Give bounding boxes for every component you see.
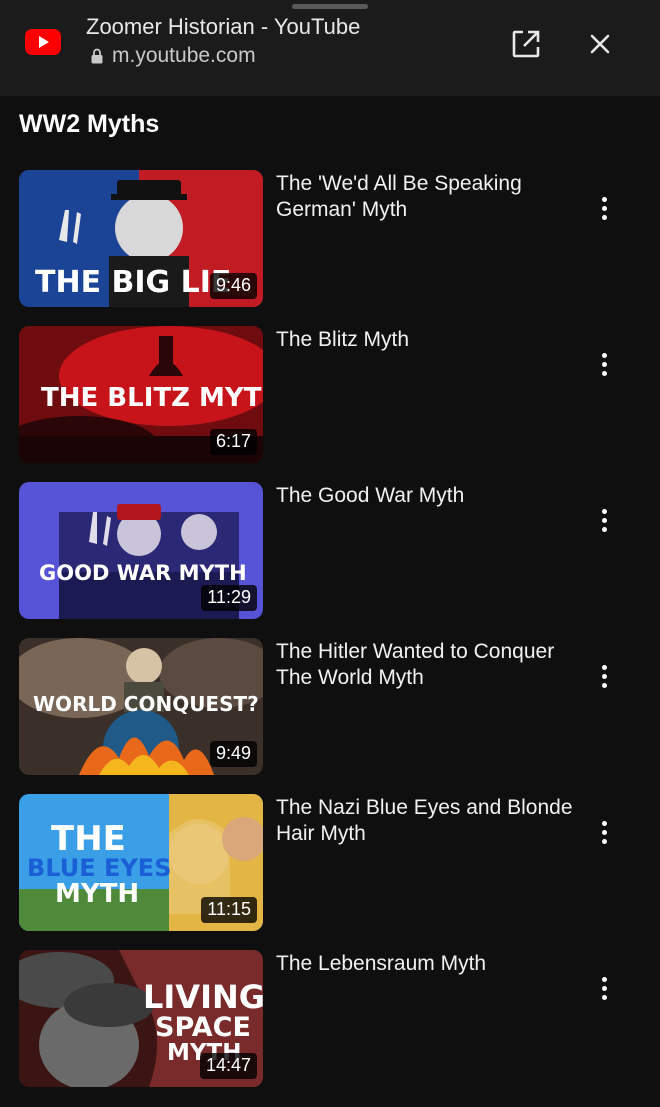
video-thumbnail[interactable]: WORLD CONQUEST? 9:49 — [19, 638, 263, 775]
more-options-button[interactable] — [588, 816, 620, 848]
video-title[interactable]: The Blitz Myth — [276, 327, 576, 353]
thumbnail-text: WORLD CONQUEST? — [33, 692, 259, 716]
playlist-title: WW2 Myths — [19, 110, 160, 138]
video-item[interactable]: THE BLITZ MYTH 6:17 The Blitz Myth — [0, 326, 660, 466]
thumbnail-text: BLUE EYES — [27, 854, 171, 882]
thumbnail-text: MYTH — [55, 879, 139, 909]
lock-icon — [91, 48, 103, 64]
more-options-button[interactable] — [588, 660, 620, 692]
video-thumbnail[interactable]: GOOD WAR MYTH 11:29 — [19, 482, 263, 619]
thumbnail-text: GOOD WAR MYTH — [39, 561, 247, 585]
video-title[interactable]: The 'We'd All Be Speaking German' Myth — [276, 171, 576, 223]
duration-badge: 14:47 — [199, 1053, 257, 1079]
more-options-button[interactable] — [588, 504, 620, 536]
video-thumbnail[interactable]: THE BLUE EYES MYTH 11:15 — [19, 794, 263, 931]
video-thumbnail[interactable]: THE BIG LIE 9:46 — [19, 170, 263, 307]
thumbnail-text: SPACE — [155, 1012, 251, 1043]
more-options-button[interactable] — [588, 972, 620, 1004]
kebab-menu-icon — [601, 508, 607, 514]
more-options-button[interactable] — [588, 192, 620, 224]
video-item[interactable]: THE BLUE EYES MYTH 11:15 The Nazi Blue E… — [0, 794, 660, 934]
video-thumbnail[interactable]: THE BLITZ MYTH 6:17 — [19, 326, 263, 463]
video-item[interactable]: LIVING SPACE MYTH 14:47 The Lebensraum M… — [0, 950, 660, 1090]
video-item[interactable]: WORLD CONQUEST? 9:49 The Hitler Wanted t… — [0, 638, 660, 778]
url-row: m.youtube.com — [91, 44, 256, 68]
thumbnail-text: LIVING — [143, 978, 263, 1016]
duration-badge: 11:15 — [201, 897, 257, 923]
video-title[interactable]: The Nazi Blue Eyes and Blonde Hair Myth — [276, 795, 576, 847]
duration-badge: 9:49 — [209, 741, 257, 767]
kebab-menu-icon — [601, 352, 607, 358]
open-external-icon — [512, 30, 540, 58]
drag-handle[interactable] — [292, 4, 368, 9]
thumbnail-text: THE BLITZ MYTH — [41, 383, 263, 413]
browser-top-bar: Zoomer Historian - YouTube m.youtube.com — [0, 0, 660, 96]
youtube-logo-icon — [25, 29, 61, 55]
thumbnail-text: THE BIG LIE — [35, 265, 231, 300]
thumbnail-text: THE — [51, 819, 126, 859]
duration-badge: 6:17 — [209, 429, 257, 455]
kebab-menu-icon — [601, 976, 607, 982]
duration-badge: 11:29 — [201, 585, 257, 611]
more-options-button[interactable] — [588, 348, 620, 380]
url-text: m.youtube.com — [112, 44, 256, 67]
close-icon — [590, 34, 610, 54]
video-item[interactable]: GOOD WAR MYTH 11:29 The Good War Myth — [0, 482, 660, 622]
video-title[interactable]: The Good War Myth — [276, 483, 576, 509]
kebab-menu-icon — [601, 196, 607, 202]
kebab-menu-icon — [601, 820, 607, 826]
video-item[interactable]: THE BIG LIE 9:46 The 'We'd All Be Speaki… — [0, 170, 660, 310]
video-title[interactable]: The Lebensraum Myth — [276, 951, 576, 977]
page-title: Zoomer Historian - YouTube — [86, 14, 361, 39]
open-in-app-button[interactable] — [506, 24, 546, 64]
duration-badge: 9:46 — [209, 273, 257, 299]
kebab-menu-icon — [601, 664, 607, 670]
video-title[interactable]: The Hitler Wanted to Conquer The World M… — [276, 639, 576, 691]
close-button[interactable] — [580, 24, 620, 64]
video-thumbnail[interactable]: LIVING SPACE MYTH 14:47 — [19, 950, 263, 1087]
